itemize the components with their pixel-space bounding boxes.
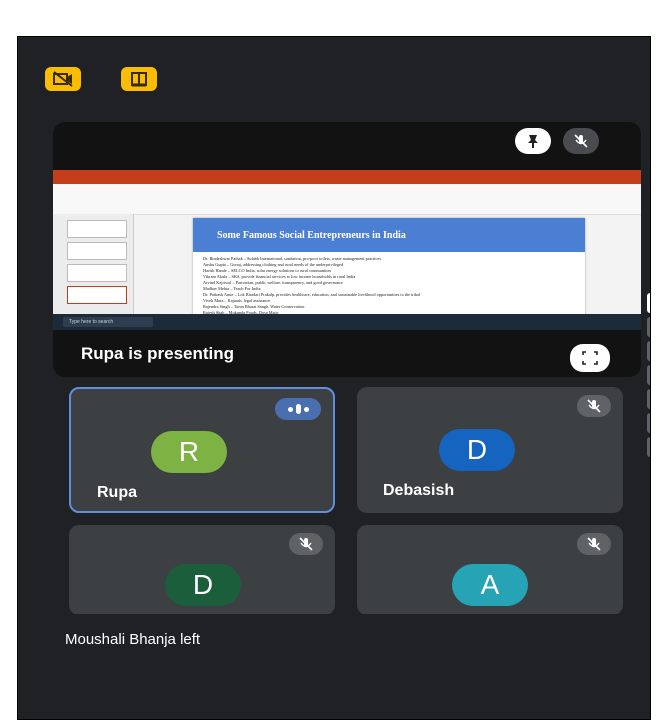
layout-icon	[131, 72, 147, 87]
meet-screen: Some Famous Social Entrepreneurs in Indi…	[17, 36, 651, 720]
shared-screen: Some Famous Social Entrepreneurs in Indi…	[53, 170, 641, 330]
participant-name: Debasish	[383, 482, 455, 499]
slide-thumb	[67, 220, 127, 238]
windows-taskbar: Type here to search	[53, 314, 641, 330]
avatar: A	[452, 564, 528, 606]
layout-button[interactable]	[121, 67, 157, 91]
tile-scrollbar[interactable]	[647, 293, 650, 473]
avatar: D	[165, 564, 241, 606]
presenting-label: Rupa is presenting	[81, 344, 235, 363]
stage-mute-indicator	[563, 128, 599, 154]
participant-tile[interactable]: D	[69, 525, 335, 615]
participant-tile[interactable]: D Debasish	[357, 387, 623, 513]
participant-tile[interactable]: A	[357, 525, 623, 615]
slide-thumb	[67, 264, 127, 282]
avatar: D	[439, 429, 515, 471]
ribbon-tabs	[53, 170, 641, 184]
mic-off-icon	[587, 537, 601, 551]
fullscreen-icon	[582, 351, 598, 365]
bottom-area	[18, 614, 650, 719]
slide-title: Some Famous Social Entrepreneurs in Indi…	[193, 218, 585, 252]
taskbar-search: Type here to search	[63, 317, 153, 327]
presentation-stage[interactable]: Some Famous Social Entrepreneurs in Indi…	[53, 122, 641, 377]
mic-off-icon	[587, 399, 601, 413]
participant-tile[interactable]: R Rupa	[69, 387, 335, 513]
fullscreen-button[interactable]	[570, 344, 610, 372]
muted-indicator	[577, 533, 611, 555]
slide-thumb	[67, 242, 127, 260]
video-off-icon	[53, 71, 73, 87]
slide-thumb	[67, 286, 127, 304]
camera-off-button[interactable]	[45, 67, 81, 91]
mic-off-icon	[299, 537, 313, 551]
speaking-indicator	[275, 398, 321, 420]
slide: Some Famous Social Entrepreneurs in Indi…	[193, 218, 585, 322]
participant-name: Rupa	[97, 484, 137, 501]
participant-left-notification: Moushali Bhanja left	[65, 631, 201, 648]
pin-button[interactable]	[515, 128, 551, 154]
muted-indicator	[289, 533, 323, 555]
avatar: R	[151, 431, 227, 473]
ribbon-toolbar	[53, 184, 641, 215]
slide-thumbnails	[53, 214, 134, 314]
mic-off-icon	[574, 134, 588, 148]
muted-indicator	[577, 395, 611, 417]
slide-bullets: Dr. Bindeshwar Pathak – Sulabh Internati…	[203, 256, 577, 316]
pin-icon	[528, 135, 538, 148]
